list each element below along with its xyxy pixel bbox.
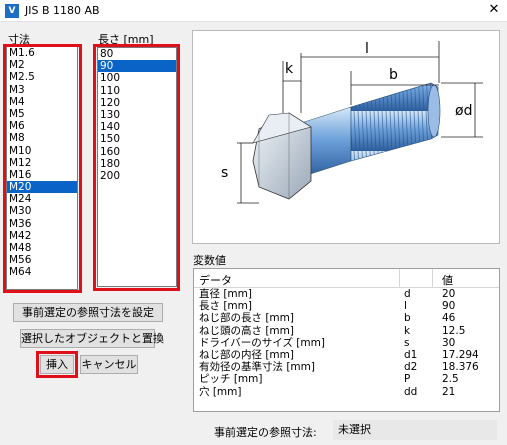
size-list-item[interactable]: M64 [7, 266, 77, 278]
row-name: ピッチ [mm] [199, 373, 263, 386]
size-list-item[interactable]: M3 [7, 84, 77, 96]
length-list-item[interactable]: 160 [98, 146, 176, 158]
row-sym: b [404, 312, 411, 325]
size-list[interactable]: M1.6 M2 M2.5 M3 M4 M5 M6 M8 M10 M12 M16 M20 M24 M30 M3… [6, 46, 78, 290]
row-sym: k [404, 324, 411, 337]
row-name: 直径 [mm] [199, 288, 252, 300]
insert-button[interactable]: 挿入 [40, 355, 74, 374]
row-val: 12.5 [442, 324, 466, 337]
size-list-label: 寸法 [8, 33, 30, 46]
table-row: ピッチ [mm] P 2.5 [194, 373, 499, 385]
row-name: ねじ部の長さ [mm] [199, 312, 294, 325]
variables-table: データ 値 直径 [mm] d 20 長さ [mm] l 90 ねじ部の長さ [mm] b 46… [193, 268, 500, 412]
row-val: 20 [442, 288, 456, 300]
row-val: 21 [442, 385, 456, 398]
table-row: 直径 [mm] d 20 [194, 288, 499, 300]
row-name: 長さ [mm] [199, 300, 252, 313]
row-name: 穴 [mm] [199, 385, 242, 398]
row-name: ねじ頭の高さ [mm] [199, 324, 294, 337]
size-list-item[interactable]: M56 [7, 254, 77, 266]
row-val: 2.5 [442, 373, 459, 386]
size-list-item[interactable]: M20 [7, 181, 77, 194]
row-sym: P [404, 373, 411, 386]
row-val: 46 [442, 312, 456, 325]
table-row: ねじ部の長さ [mm] b 46 [194, 312, 499, 324]
dim-k-label: k [285, 61, 294, 77]
title-bar: V JIS B 1180 AB ✕ [0, 0, 507, 22]
size-list-item[interactable]: M36 [7, 218, 77, 230]
size-list-item[interactable]: M10 [7, 145, 77, 157]
row-sym: dd [404, 385, 418, 398]
replace-selected-button[interactable]: 選択したオブジェクトと置換 [20, 329, 164, 348]
row-sym: d2 [404, 361, 418, 374]
row-val: 18.376 [442, 361, 479, 374]
size-list-item[interactable]: M48 [7, 242, 77, 254]
variables-label: 変数値 [193, 254, 226, 267]
row-val: 17.294 [442, 348, 479, 361]
table-row: ドライバーのサイズ [mm] s 30 [194, 337, 499, 349]
size-list-item[interactable]: M2 [7, 59, 77, 71]
length-list-item[interactable]: 150 [98, 133, 176, 145]
length-list-item[interactable]: 100 [98, 72, 176, 84]
size-list-item[interactable]: M4 [7, 96, 77, 108]
length-list-item[interactable]: 80 [98, 48, 176, 60]
size-list-item[interactable]: M16 [7, 169, 77, 181]
cancel-button[interactable]: キャンセル [80, 355, 138, 374]
size-list-item[interactable]: M6 [7, 120, 77, 132]
size-list-item[interactable]: M24 [7, 193, 77, 205]
length-list-item[interactable]: 120 [98, 97, 176, 109]
size-list-item[interactable]: M42 [7, 230, 77, 242]
table-header: データ 値 [194, 269, 499, 288]
size-list-item[interactable]: M2.5 [7, 71, 77, 83]
length-list-item[interactable]: 140 [98, 121, 176, 133]
size-list-item[interactable]: M5 [7, 108, 77, 120]
length-list-label: 長さ [mm] [98, 33, 154, 46]
set-preselect-button[interactable]: 事前選定の参照寸法を設定 [13, 303, 163, 322]
window-title: JIS B 1180 AB [25, 4, 100, 17]
length-list-item[interactable]: 110 [98, 85, 176, 97]
row-name: ねじ部の内径 [mm] [199, 348, 294, 361]
row-sym: d1 [404, 348, 418, 361]
size-list-item[interactable]: M30 [7, 205, 77, 217]
length-list-item[interactable]: 200 [98, 170, 176, 182]
row-sym: s [404, 336, 410, 349]
size-list-item[interactable]: M1.6 [7, 47, 77, 59]
table-row: 長さ [mm] l 90 [194, 300, 499, 312]
table-row: 穴 [mm] dd 21 [194, 386, 499, 398]
length-list-item[interactable]: 180 [98, 158, 176, 170]
preselect-label: 事前選定の参照寸法: [214, 426, 317, 439]
row-sym: l [404, 300, 407, 313]
table-row: ねじ部の内径 [mm] d1 17.294 [194, 349, 499, 361]
size-list-item[interactable]: M8 [7, 132, 77, 144]
row-val: 30 [442, 336, 456, 349]
dim-l-label: l [365, 41, 369, 57]
length-list-item[interactable]: 90 [98, 60, 176, 73]
table-row: 有効径の基準寸法 [mm] d2 18.376 [194, 361, 499, 373]
table-row: ねじ頭の高さ [mm] k 12.5 [194, 325, 499, 337]
bolt-diagram: k l b ød s [192, 30, 500, 244]
row-name: 有効径の基準寸法 [mm] [199, 361, 315, 374]
header-data: データ [199, 274, 232, 287]
dim-s-label: s [221, 165, 228, 181]
app-icon: V [5, 4, 19, 18]
dim-b-label: b [389, 67, 398, 83]
header-value: 値 [442, 274, 453, 287]
dim-d-label: ød [455, 103, 472, 119]
close-icon[interactable]: ✕ [485, 1, 503, 19]
size-list-item[interactable]: M12 [7, 157, 77, 169]
row-val: 90 [442, 300, 456, 313]
length-list-item[interactable]: 130 [98, 109, 176, 121]
length-list[interactable]: 80 90 100 110 120 130 140 150 160 180 200 [97, 47, 177, 287]
row-sym: d [404, 288, 411, 300]
preselect-value: 未選択 [333, 420, 497, 440]
row-name: ドライバーのサイズ [mm] [199, 336, 325, 349]
